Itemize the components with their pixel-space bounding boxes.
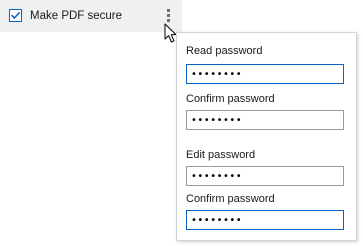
read-password-label: Read password: [186, 45, 263, 57]
read-confirm-password-label: Confirm password: [186, 93, 275, 105]
read-confirm-password-input[interactable]: [186, 110, 344, 130]
password-popup: Read password Confirm password Edit pass…: [176, 32, 357, 241]
edit-confirm-password-label: Confirm password: [186, 193, 275, 205]
edit-password-input[interactable]: [186, 166, 344, 186]
read-password-input[interactable]: [186, 64, 344, 84]
checkmark-icon: [11, 12, 20, 19]
make-pdf-secure-row[interactable]: Make PDF secure: [0, 0, 182, 32]
make-pdf-secure-label: Make PDF secure: [30, 10, 123, 22]
make-pdf-secure-checkbox[interactable]: [9, 9, 22, 22]
edit-password-label: Edit password: [186, 149, 256, 161]
edit-confirm-password-input[interactable]: [186, 210, 344, 230]
